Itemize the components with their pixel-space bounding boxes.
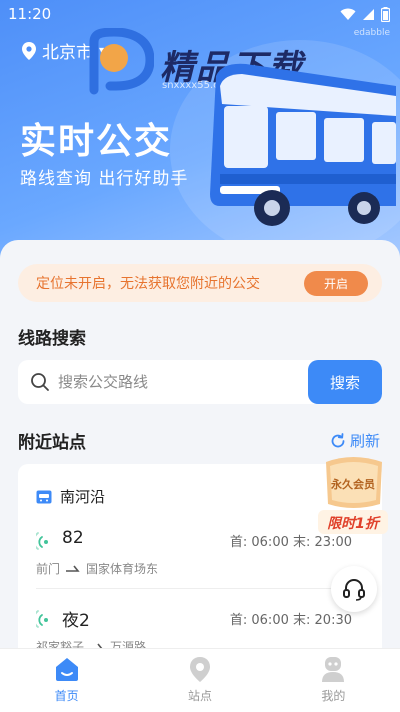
status-icons <box>340 7 390 22</box>
route-times: 首: 06:00 末: 20:30 <box>230 609 352 628</box>
wifi-icon <box>340 8 356 20</box>
tab-stations-label: 站点 <box>187 689 212 703</box>
user-icon <box>322 657 345 682</box>
watermark-logo <box>89 28 154 95</box>
stop-name: 南河沿 <box>60 488 106 506</box>
page-title: 实时公交 <box>20 121 173 162</box>
search-section-title: 线路搜索 <box>18 329 86 349</box>
tab-home[interactable]: 首页 <box>0 649 133 712</box>
bottom-tab-bar: 首页 站点 我的 <box>0 648 400 712</box>
refresh-button[interactable]: 刷新 <box>330 430 380 451</box>
promo-line1: 永久会员 <box>330 477 375 491</box>
nearby-section-title: 附近站点 <box>18 433 86 453</box>
tab-home-label: 首页 <box>54 689 79 703</box>
route-number: 夜2 <box>62 611 90 631</box>
first-time: 06:00 <box>251 613 289 628</box>
signal-icon <box>363 9 374 20</box>
tab-profile-label: 我的 <box>321 689 346 703</box>
status-time: 11:20 <box>8 5 52 23</box>
last-label: 末: <box>293 613 311 628</box>
last-label: 末: <box>293 535 311 550</box>
watermark-corner: edabble <box>353 28 390 38</box>
route-to: 国家体育场东 <box>86 562 159 576</box>
refresh-icon <box>331 432 345 447</box>
promo-line2: 限时1折 <box>327 515 382 532</box>
search-icon <box>31 373 49 391</box>
stop-header: 南河沿 <box>36 486 105 507</box>
home-icon <box>55 658 78 681</box>
location-notice: 定位未开启，无法获取您附近的公交 开启 <box>18 264 382 302</box>
realtime-signal-icon <box>36 610 48 628</box>
headset-icon <box>343 579 365 601</box>
customer-service-button[interactable] <box>331 566 377 612</box>
route-from: 前门 <box>36 562 61 576</box>
search-button[interactable]: 搜索 <box>308 360 382 404</box>
location-pin-icon <box>189 657 210 682</box>
first-label: 首: <box>229 613 248 628</box>
tab-stations[interactable]: 站点 <box>133 649 266 712</box>
hero-banner: 11:20 北京市 ▾ 精品下载 snxxxx55.com edabble 0b… <box>0 0 400 270</box>
search-box: 搜索 <box>18 360 382 404</box>
status-bar: 11:20 <box>0 0 400 28</box>
bus-stop-icon <box>36 490 52 503</box>
route-direction: 前门 国家体育场东 <box>36 560 158 577</box>
first-time: 06:00 <box>251 535 289 550</box>
last-time: 20:30 <box>314 613 352 628</box>
vip-promo-badge[interactable]: 永久会员 限时1折 <box>316 454 390 538</box>
location-pin-icon <box>22 41 36 60</box>
bus-illustration <box>210 63 396 226</box>
notice-text: 定位未开启，无法获取您附近的公交 <box>36 276 260 292</box>
page-subtitle: 路线查询 出行好助手 <box>20 169 189 189</box>
first-label: 首: <box>229 535 248 550</box>
search-input[interactable] <box>58 360 308 404</box>
enable-location-button[interactable]: 开启 <box>304 271 368 296</box>
battery-icon <box>381 7 390 22</box>
tab-profile[interactable]: 我的 <box>267 649 400 712</box>
arrow-right-icon <box>66 565 80 572</box>
realtime-signal-icon <box>36 532 48 550</box>
route-number: 82 <box>62 528 84 548</box>
refresh-label: 刷新 <box>349 432 380 450</box>
route-divider <box>36 588 366 589</box>
